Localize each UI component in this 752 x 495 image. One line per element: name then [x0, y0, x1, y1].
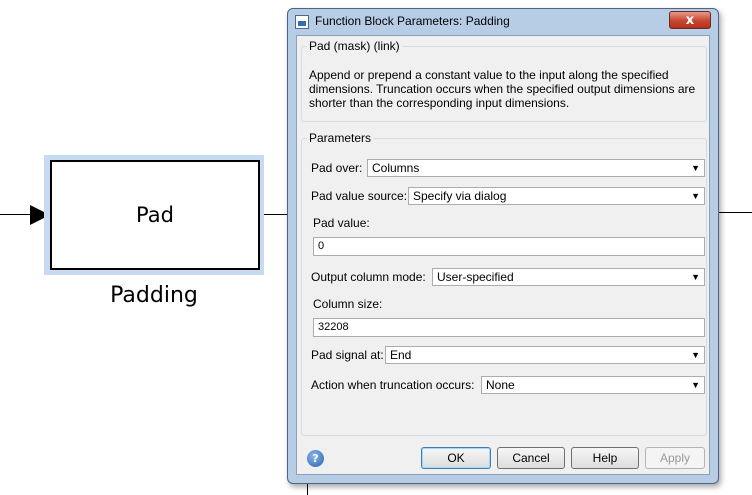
pad-value-source-label: Pad value source:	[311, 189, 408, 203]
pad-value-source-value: Specify via dialog	[413, 189, 507, 203]
output-signal-line-right[interactable]	[719, 212, 752, 213]
chevron-down-icon: ▼	[691, 163, 700, 173]
truncation-action-dropdown[interactable]: None ▼	[481, 376, 705, 394]
pad-over-label: Pad over:	[311, 161, 363, 175]
simulink-app-icon	[295, 15, 309, 29]
block-label: Pad	[136, 203, 174, 227]
chevron-down-icon: ▼	[691, 380, 700, 390]
apply-button[interactable]: Apply	[645, 447, 705, 469]
block-caption[interactable]: Padding	[44, 283, 264, 308]
close-button[interactable]: x	[669, 11, 711, 29]
bottom-signal-line[interactable]	[307, 484, 308, 495]
pad-value-label: Pad value:	[313, 216, 370, 230]
block-description: Append or prepend a constant value to th…	[309, 68, 696, 110]
help-icon[interactable]: ?	[307, 450, 324, 467]
input-signal-line[interactable]	[0, 214, 32, 215]
mask-group-title: Pad (mask) (link)	[307, 39, 402, 53]
help-button[interactable]: Help	[571, 447, 639, 469]
output-column-mode-dropdown[interactable]: User-specified ▼	[432, 268, 705, 286]
pad-over-value: Columns	[372, 161, 420, 175]
chevron-down-icon: ▼	[691, 272, 700, 282]
column-size-field[interactable]: 32208	[313, 318, 705, 337]
pad-signal-at-label: Pad signal at:	[311, 348, 384, 362]
dialog-client-area: Pad (mask) (link) Append or prepend a co…	[296, 35, 710, 475]
truncation-action-value: None	[486, 378, 515, 392]
output-column-mode-value: User-specified	[437, 270, 514, 284]
ok-button[interactable]: OK	[421, 447, 491, 469]
pad-value-field[interactable]: 0	[313, 237, 705, 256]
block-parameters-dialog: Function Block Parameters: Padding x Pad…	[287, 8, 719, 484]
truncation-action-label: Action when truncation occurs:	[311, 378, 475, 392]
column-size-label: Column size:	[313, 297, 383, 311]
cancel-button[interactable]: Cancel	[497, 447, 565, 469]
parameters-group-title: Parameters	[307, 131, 374, 145]
output-column-mode-label: Output column mode:	[311, 270, 426, 284]
pad-signal-at-value: End	[390, 348, 412, 362]
chevron-down-icon: ▼	[691, 191, 700, 201]
dialog-title: Function Block Parameters: Padding	[315, 14, 510, 28]
pad-value-source-dropdown[interactable]: Specify via dialog ▼	[408, 187, 705, 205]
dialog-titlebar[interactable]: Function Block Parameters: Padding x	[288, 9, 718, 35]
pad-signal-at-dropdown[interactable]: End ▼	[385, 346, 705, 364]
chevron-down-icon: ▼	[691, 350, 700, 360]
pad-over-dropdown[interactable]: Columns ▼	[367, 159, 705, 177]
pad-block[interactable]: Pad	[50, 160, 260, 270]
output-signal-line[interactable]	[260, 214, 287, 215]
